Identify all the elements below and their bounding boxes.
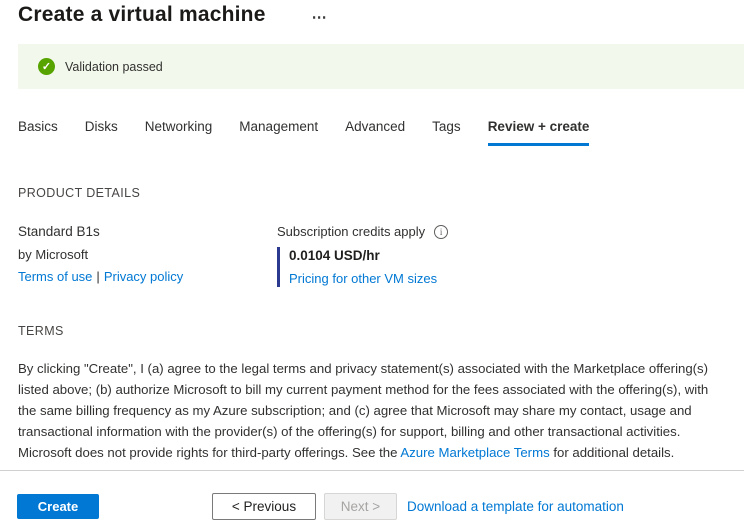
azure-marketplace-terms-link[interactable]: Azure Marketplace Terms [400, 445, 549, 460]
wizard-tabs: Basics Disks Networking Management Advan… [18, 119, 744, 146]
price-box: 0.0104 USD/hr Pricing for other VM sizes [277, 247, 744, 287]
download-template-link[interactable]: Download a template for automation [407, 499, 624, 514]
tab-review-create[interactable]: Review + create [488, 119, 590, 146]
more-options-icon[interactable]: ⋯ [312, 6, 328, 25]
terms-of-use-link[interactable]: Terms of use [18, 269, 92, 284]
tab-networking[interactable]: Networking [145, 119, 213, 146]
tab-disks[interactable]: Disks [85, 119, 118, 146]
tab-management[interactable]: Management [239, 119, 318, 146]
tab-advanced[interactable]: Advanced [345, 119, 405, 146]
success-check-icon: ✓ [38, 58, 55, 75]
footer-actions: Create < Previous Next > Download a temp… [17, 493, 744, 520]
product-publisher: by Microsoft [18, 247, 277, 262]
tab-tags[interactable]: Tags [432, 119, 461, 146]
terms-heading: TERMS [18, 324, 744, 338]
product-name: Standard B1s [18, 224, 277, 239]
page-title: Create a virtual machine [18, 3, 266, 27]
page-header: Create a virtual machine ⋯ [0, 0, 744, 27]
terms-section: TERMS By clicking "Create", I (a) agree … [18, 324, 744, 463]
product-details-heading: PRODUCT DETAILS [18, 186, 744, 200]
validation-banner: ✓ Validation passed [18, 44, 744, 89]
subscription-credits-label: Subscription credits apply [277, 224, 425, 239]
terms-text-after-link: for additional details. [550, 445, 675, 460]
terms-paragraph: By clicking "Create", I (a) agree to the… [18, 358, 726, 463]
next-button[interactable]: Next > [324, 493, 397, 520]
footer-divider [0, 470, 744, 471]
price-value: 0.0104 USD/hr [289, 248, 744, 263]
tab-basics[interactable]: Basics [18, 119, 58, 146]
privacy-policy-link[interactable]: Privacy policy [104, 269, 183, 284]
previous-button[interactable]: < Previous [212, 493, 316, 520]
link-separator: | [96, 269, 99, 284]
product-details-section: PRODUCT DETAILS Standard B1s by Microsof… [18, 186, 744, 287]
validation-message: Validation passed [65, 60, 163, 74]
create-button[interactable]: Create [17, 494, 99, 519]
info-icon[interactable]: i [434, 225, 448, 239]
pricing-info: Subscription credits apply i 0.0104 USD/… [277, 224, 744, 287]
product-legal-links: Terms of use | Privacy policy [18, 269, 277, 284]
pricing-other-vm-sizes-link[interactable]: Pricing for other VM sizes [289, 271, 437, 286]
product-info: Standard B1s by Microsoft Terms of use | P… [18, 224, 277, 287]
